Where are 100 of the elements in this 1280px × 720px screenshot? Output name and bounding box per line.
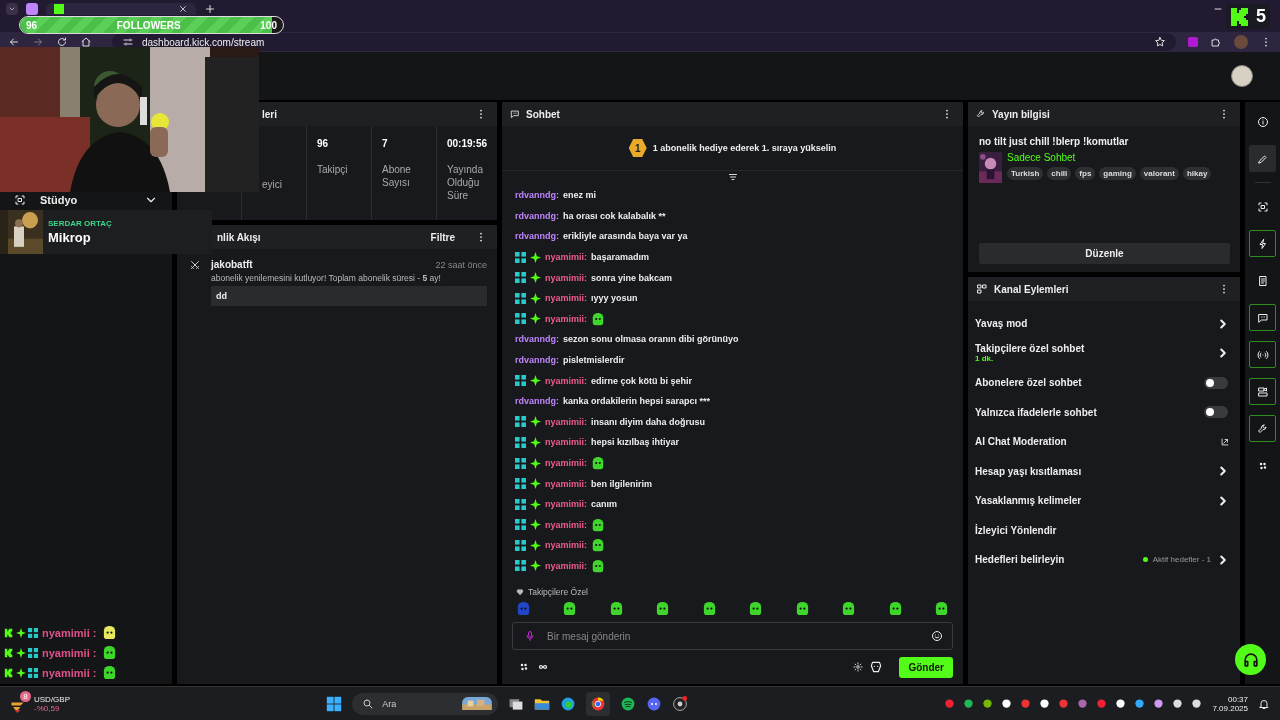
settings-icon[interactable] xyxy=(853,662,864,672)
emote-icon[interactable] xyxy=(841,601,857,616)
chat-username[interactable]: rdvanndg: xyxy=(515,396,559,407)
tray-icon[interactable] xyxy=(1191,698,1203,709)
chat-username[interactable]: nyamimii: xyxy=(545,416,587,427)
recorder-icon[interactable] xyxy=(672,695,689,712)
action-label[interactable]: Yavaş mod xyxy=(975,318,1211,330)
external-link-icon[interactable] xyxy=(1220,436,1230,447)
emote-icon[interactable] xyxy=(562,601,578,616)
chat-username[interactable]: nyamimii: xyxy=(545,437,587,448)
rail-button[interactable] xyxy=(1249,378,1276,405)
dots-icon[interactable] xyxy=(518,661,530,673)
chat-username[interactable]: nyamimii: xyxy=(545,458,587,468)
chat-username[interactable]: rdvanndg: xyxy=(515,355,559,366)
chat-username[interactable]: nyamimii: xyxy=(545,313,587,324)
tray-icon[interactable] xyxy=(1039,698,1051,709)
message-input[interactable]: Bir mesaj gönderin xyxy=(512,622,953,650)
chat-username[interactable]: nyamimii: xyxy=(545,499,587,510)
site-settings-icon[interactable] xyxy=(122,36,134,48)
music-app-icon[interactable] xyxy=(620,695,637,712)
action-label[interactable]: Yalnızca ifadelerle sohbet xyxy=(975,406,1199,418)
new-tab-icon[interactable] xyxy=(204,3,216,15)
action-label[interactable]: Takipçilere özel sohbet xyxy=(975,343,1211,355)
chat-username[interactable]: rdvanndg: xyxy=(515,231,559,242)
browser-tab[interactable] xyxy=(46,3,196,15)
browser-icon[interactable] xyxy=(590,695,607,712)
back-icon[interactable] xyxy=(8,36,20,48)
tray-icon[interactable] xyxy=(1172,698,1184,709)
tab-group-icon[interactable] xyxy=(26,3,38,15)
emote-icon[interactable] xyxy=(608,601,624,616)
scan-icon xyxy=(1256,200,1269,213)
mic-icon[interactable] xyxy=(524,630,536,642)
chat-username[interactable]: nyamimii: xyxy=(545,561,587,571)
chat-username[interactable]: nyamimii: xyxy=(545,293,587,304)
tray-icon[interactable] xyxy=(1134,698,1146,709)
tag[interactable]: hikay xyxy=(1182,167,1212,180)
reload-icon[interactable] xyxy=(56,36,68,48)
action-label[interactable]: Hesap yaşı kısıtlaması xyxy=(975,465,1211,477)
chat-username[interactable]: rdvanndg: xyxy=(515,334,559,345)
browser-icon[interactable] xyxy=(560,695,577,712)
action-label[interactable]: İzleyici Yönlendir xyxy=(975,524,1230,536)
tag[interactable]: gaming xyxy=(1099,167,1136,180)
home-icon[interactable] xyxy=(80,36,92,48)
rail-button[interactable] xyxy=(1249,304,1276,331)
lines-icon[interactable] xyxy=(726,171,739,183)
grid-badge-icon xyxy=(28,667,38,678)
chat-username[interactable]: nyamimii: xyxy=(545,375,587,386)
filter-button[interactable]: Filtre xyxy=(424,230,461,244)
clock-date[interactable]: 7.09.2025 xyxy=(1212,703,1248,713)
tray-icon[interactable] xyxy=(982,698,994,709)
toggle-switch[interactable] xyxy=(1204,376,1228,389)
action-label[interactable]: AI Chat Moderation xyxy=(975,436,1215,448)
tag[interactable]: Turkish xyxy=(1007,167,1044,180)
action-label[interactable]: Abonelere özel sohbet xyxy=(975,377,1199,389)
notification-bell-icon[interactable] xyxy=(1258,697,1270,710)
emote-icon[interactable] xyxy=(701,601,717,616)
send-button[interactable]: Gönder xyxy=(899,656,953,678)
tray-icon[interactable] xyxy=(1001,698,1013,709)
tab-list-button[interactable] xyxy=(6,3,18,15)
action-label[interactable]: Hedefleri belirleyin xyxy=(975,554,1138,566)
chat-username[interactable]: rdvanndg: xyxy=(515,190,559,201)
sticker-icon[interactable] xyxy=(869,660,884,674)
star-icon[interactable] xyxy=(1154,36,1166,48)
toggle-switch[interactable] xyxy=(1204,406,1228,419)
tag[interactable]: valorant xyxy=(1139,167,1179,180)
tag[interactable]: chill xyxy=(1047,167,1072,180)
user-avatar[interactable] xyxy=(1231,65,1253,87)
chat-username[interactable]: nyamimii: xyxy=(545,519,587,530)
emote-icon xyxy=(102,665,118,680)
emote-icon[interactable] xyxy=(794,601,810,616)
wrench-icon xyxy=(1256,422,1269,435)
tray-icon[interactable] xyxy=(963,698,975,709)
emote-icon[interactable] xyxy=(655,601,671,616)
chat-username[interactable]: rdvanndg: xyxy=(515,210,559,221)
close-icon[interactable] xyxy=(178,4,188,14)
chat-username[interactable]: nyamimii: xyxy=(545,540,587,551)
chat-username[interactable]: nyamimii: xyxy=(545,252,587,263)
category-link[interactable]: Sadece Sohbet xyxy=(1007,152,1212,163)
clock-time[interactable]: 00:37 xyxy=(1228,694,1248,704)
puzzle-icon[interactable] xyxy=(1210,36,1222,48)
rail-button[interactable] xyxy=(1249,341,1276,368)
chat-username[interactable]: nyamimii: xyxy=(545,478,587,489)
edit-button[interactable]: Düzenle xyxy=(979,243,1230,264)
tray-icon[interactable] xyxy=(1115,698,1127,709)
rail-button[interactable] xyxy=(1249,230,1276,257)
tag[interactable]: fps xyxy=(1075,167,1096,180)
emote-icon[interactable] xyxy=(748,601,764,616)
chat-username[interactable]: nyamimii: xyxy=(545,272,587,283)
status-dot xyxy=(1142,557,1148,563)
grid-badge-icon xyxy=(515,539,526,551)
address-bar[interactable]: dashboard.kick.com/stream xyxy=(112,33,1176,51)
sidebar-item[interactable]: Stüdyo xyxy=(0,190,172,210)
chat-app-icon[interactable] xyxy=(646,695,663,712)
emote-icon[interactable] xyxy=(933,601,949,616)
emoji-icon[interactable] xyxy=(931,630,943,642)
action-label[interactable]: Yasaklanmış kelimeler xyxy=(975,495,1211,507)
search-field[interactable]: Ara xyxy=(352,692,499,715)
windows-icon[interactable] xyxy=(326,695,343,712)
emote-icon[interactable] xyxy=(887,601,903,616)
tray-icon[interactable] xyxy=(1153,698,1165,709)
